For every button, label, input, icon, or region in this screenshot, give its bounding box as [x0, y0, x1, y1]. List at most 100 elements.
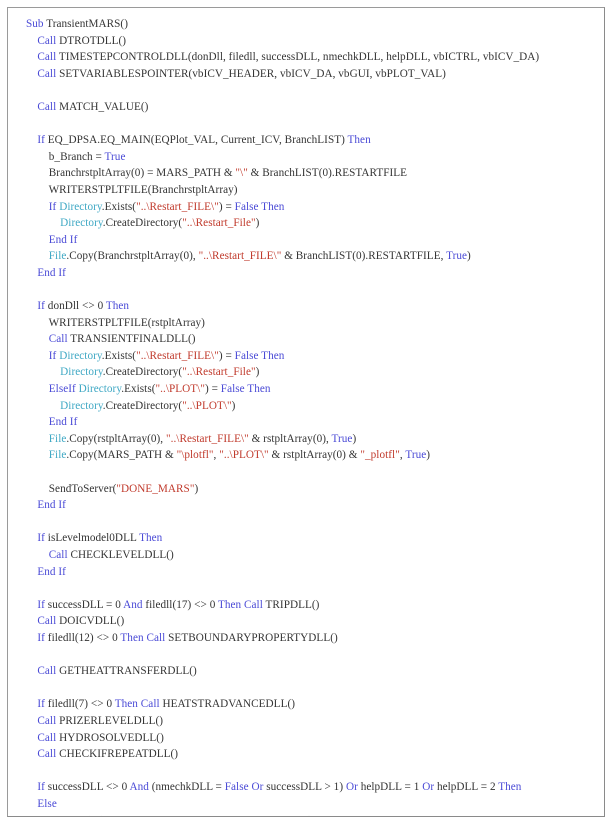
code-line: End If [26, 564, 600, 581]
code-token-pl: WRITERSTPLTFILE(BranchrstpltArray) [48, 183, 238, 196]
code-token-cls: File [48, 250, 67, 263]
code-token-pl: BranchrstpltArray(0) = MARS_PATH & [48, 167, 236, 180]
code-token-kw: Then Call [218, 598, 263, 611]
code-line: If EQ_DPSA.EQ_MAIN(EQPlot_VAL, Current_I… [26, 132, 600, 149]
code-line: Call MATCH_VALUE() [26, 99, 600, 116]
code-token-pl: ) [255, 217, 260, 230]
code-token-pl: .CreateDirectory( [102, 366, 183, 379]
code-token-pl: EQ_DPSA.EQ_MAIN(EQPlot_VAL, Current_ICV,… [44, 134, 348, 147]
code-token-pl: (nmechkDLL = [148, 781, 225, 794]
code-token-pl: TRANSIENTFINALDLL() [67, 333, 196, 346]
code-token-pl: ) = [204, 383, 221, 396]
code-token-pl: TIMESTEPCONTROLDLL(donDll, filedll, succ… [56, 51, 540, 64]
code-token-cls: File [48, 432, 67, 445]
code-line: Else [26, 796, 600, 813]
code-token-kw: Call [48, 333, 68, 346]
code-token-kw: End If [37, 499, 66, 512]
code-line: End If [26, 497, 600, 514]
code-line: BranchrstpltArray(0) = MARS_PATH & "\" &… [26, 165, 600, 182]
code-token-pl: ) = [218, 349, 235, 362]
code-line: End If [26, 414, 600, 431]
code-token-pl: ) [467, 250, 471, 263]
code-token-kw: And [129, 781, 149, 794]
code-token-kw: Or [345, 781, 358, 794]
code-token-pl: filedll(12) <> 0 [44, 631, 121, 644]
code-line: If donDll <> 0 Then [26, 298, 600, 315]
code-token-pl: b_Branch = [48, 150, 105, 163]
code-token-kw: Then [498, 781, 522, 794]
code-line: SendToServer("DONE_MARS") [26, 481, 600, 498]
code-token-str: "..\PLOT\" [155, 383, 205, 396]
code-line: File.Copy(BranchrstpltArray(0), "..\Rest… [26, 248, 600, 265]
code-token-kw: Then Call [120, 631, 166, 644]
code-token-kw: True [104, 150, 126, 163]
code-token-kw: If [37, 134, 45, 147]
code-token-kw: False Then [234, 200, 285, 213]
code-listing-frame: Sub TransientMARS() Call DTROTDLL() Call… [7, 7, 605, 817]
code-line: WRITERSTPLTFILE(rstpltArray) [26, 315, 600, 332]
code-token-cls: Directory [60, 366, 103, 379]
code-line: Call DOICVDLL() [26, 613, 600, 630]
code-token-kw: Call [37, 748, 57, 761]
code-line: End If [26, 265, 600, 282]
code-token-str: "..\PLOT\" [182, 399, 232, 412]
code-line: If successDLL = 0 And filedll(17) <> 0 T… [26, 597, 600, 614]
code-token-pl: ) [352, 432, 357, 445]
code-token-str: "..\Restart_FILE\" [136, 349, 219, 362]
code-line: Call CHECKIFREPEATDLL() [26, 746, 600, 763]
code-token-kw: Or [422, 781, 435, 794]
code-token-pl: .Exists( [121, 383, 156, 396]
code-token-pl: CHECKLEVELDLL() [67, 549, 174, 561]
code-line: Directory.CreateDirectory("..\PLOT\") [26, 398, 600, 415]
code-token-pl: HYDROSOLVEDLL() [56, 731, 164, 744]
code-line: Call SETVARIABLESPOINTER(vbICV_HEADER, v… [26, 66, 600, 83]
code-token-kw: Then Call [132, 815, 177, 817]
code-token-pl: & BranchLIST(0).RESTARTFILE [247, 167, 408, 180]
code-token-pl: & rstpltArray(0) & [268, 449, 361, 462]
code-line: Call CHECKLEVELDLL() [26, 547, 600, 564]
code-token-pl: .Copy(rstpltArray(0), [66, 432, 166, 445]
code-line: End If [26, 232, 600, 249]
code-line: Call GETHEATTRANSFERDLL() [26, 663, 600, 680]
code-line: Call DTROTDLL() [26, 33, 600, 50]
code-token-kw: Call [37, 51, 57, 64]
code-token-pl: PRIZERLEVELDLL() [56, 714, 164, 727]
code-token-kw: And [123, 598, 143, 611]
code-token-kw: Call [37, 34, 57, 47]
code-token-pl: & rstpltArray(0), [248, 432, 332, 445]
code-line: If filedll(20) <> 0 Then Call REACTORKIN… [26, 813, 600, 817]
code-token-cls: Directory [59, 349, 102, 362]
code-listing-body[interactable]: Sub TransientMARS() Call DTROTDLL() Call… [26, 16, 600, 817]
code-line: Sub TransientMARS() [26, 16, 600, 33]
code-line: If successDLL <> 0 And (nmechkDLL = Fals… [26, 779, 600, 796]
code-token-kw: End If [48, 416, 78, 429]
code-token-pl: WRITERSTPLTFILE(rstpltArray) [48, 316, 205, 329]
code-token-kw: False Then [220, 383, 271, 396]
code-line: File.Copy(rstpltArray(0), "..\Restart_FI… [26, 431, 600, 448]
code-token-kw: Then [105, 300, 130, 313]
code-token-pl: successDLL > 1) [263, 781, 346, 794]
code-token-pl: .CreateDirectory( [102, 399, 183, 412]
code-token-pl: GETHEATTRANSFERDLL() [56, 665, 197, 678]
